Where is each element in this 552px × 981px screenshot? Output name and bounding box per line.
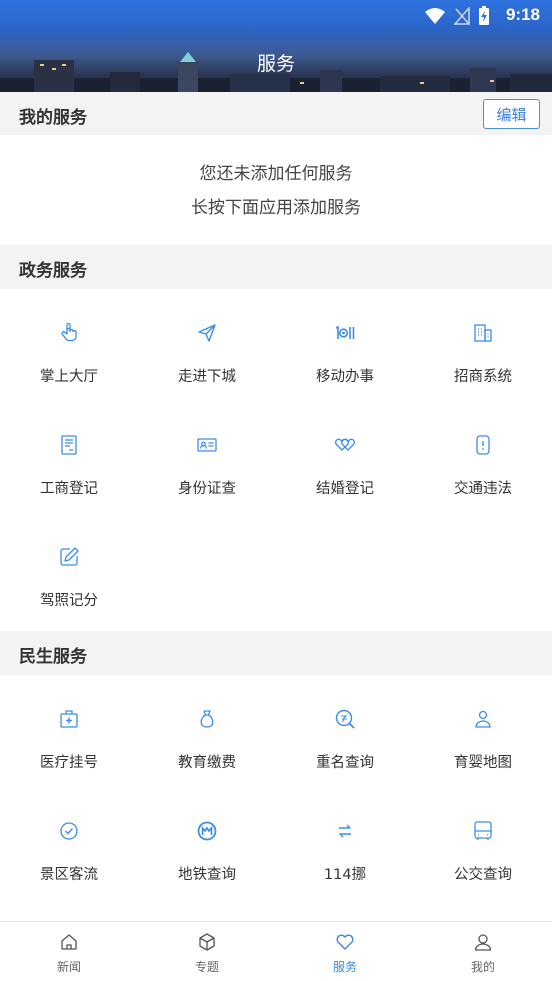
life-services-header: 民生服务	[0, 631, 552, 675]
service-label: 结婚登记	[316, 481, 374, 497]
bottom-tab-bar: 新闻 专题 服务 我的	[0, 921, 552, 981]
service-traffic-violation[interactable]: 交通违法	[414, 401, 552, 513]
tab-label: 新闻	[56, 960, 81, 974]
gov-services-title: 政务服务	[19, 261, 87, 281]
money-bag-icon	[200, 710, 214, 728]
service-scenic-crowd[interactable]: 景区客流	[0, 787, 138, 899]
service-label: 公交查询	[454, 867, 512, 883]
service-label: 地铁查询	[178, 867, 236, 883]
service-label: 114挪	[323, 867, 367, 883]
service-education-payment[interactable]: 教育缴费	[138, 675, 276, 787]
user-icon	[474, 934, 492, 951]
tab-services[interactable]: 服务	[276, 922, 414, 981]
service-label: 景区客流	[40, 867, 98, 883]
status-time: 9:18	[505, 5, 540, 24]
service-mobile-affairs[interactable]: 移动办事	[276, 289, 414, 401]
service-label: 教育缴费	[178, 755, 236, 771]
service-label: 掌上大厅	[40, 369, 98, 385]
service-label: 工商登记	[40, 481, 98, 497]
service-label: 移动办事	[316, 369, 374, 385]
service-visit-xiacheng[interactable]: 走进下城	[138, 289, 276, 401]
service-medical-appointment[interactable]: 医疗挂号	[0, 675, 138, 787]
service-id-card-check[interactable]: 身份证查	[138, 401, 276, 513]
service-business-registration[interactable]: 工商登记	[0, 401, 138, 513]
my-services-header: 我的服务 编辑	[0, 92, 552, 136]
service-label: 驾照记分	[40, 593, 98, 609]
gov-services-grid: 掌上大厅 走进下城 移动办事 招商系统 工商登记 身份证查 结婚登记 交通违法 …	[0, 289, 552, 631]
no-signal-icon	[454, 7, 470, 25]
shield-check-icon	[60, 822, 78, 840]
tab-topics[interactable]: 专题	[138, 922, 276, 981]
life-services-title: 民生服务	[19, 647, 87, 667]
form-document-icon	[61, 435, 77, 455]
service-label: 重名查询	[316, 755, 374, 771]
my-services-title: 我的服务	[19, 108, 87, 128]
tab-news[interactable]: 新闻	[0, 922, 138, 981]
service-marriage-registration[interactable]: 结婚登记	[276, 401, 414, 513]
heart-icon	[336, 934, 354, 950]
empty-hint-line-1: 您还未添加任何服务	[199, 164, 353, 184]
service-label: 走进下城	[178, 369, 236, 385]
hearts-icon	[334, 438, 356, 451]
service-duplicate-name-query[interactable]: 重名查询	[276, 675, 414, 787]
page-title: 服务	[256, 53, 295, 75]
service-bus-query[interactable]: 公交查询	[414, 787, 552, 899]
hand-tap-icon	[61, 322, 77, 342]
paper-plane-icon	[198, 324, 216, 342]
battery-charging-icon	[479, 6, 489, 25]
service-license-points[interactable]: 驾照记分	[0, 513, 138, 625]
cube-icon	[199, 933, 215, 951]
metro-icon	[197, 821, 217, 841]
service-label: 医疗挂号	[40, 755, 98, 771]
mobile-service-icon	[335, 325, 355, 339]
edit-button[interactable]: 编辑	[483, 99, 540, 129]
tab-label: 服务	[332, 960, 357, 974]
service-label: 交通违法	[454, 481, 512, 497]
app-header: 9:18 服务	[0, 0, 552, 92]
service-hall[interactable]: 掌上大厅	[0, 289, 138, 401]
my-services-empty-state: 您还未添加任何服务 长按下面应用添加服务	[0, 135, 552, 245]
edit-pen-icon	[60, 547, 79, 566]
tab-mine[interactable]: 我的	[414, 922, 552, 981]
service-metro-query[interactable]: 地铁查询	[138, 787, 276, 899]
empty-hint-line-2: 长按下面应用添加服务	[191, 198, 361, 218]
service-baby-map[interactable]: 育婴地图	[414, 675, 552, 787]
home-icon	[61, 934, 77, 950]
gov-services-header: 政务服务	[0, 245, 552, 289]
id-card-icon	[197, 438, 217, 452]
tab-label: 专题	[194, 960, 219, 974]
service-114-move[interactable]: 114挪	[276, 787, 414, 899]
status-bar: 9:18	[0, 0, 552, 32]
tab-label: 我的	[470, 960, 495, 974]
service-investment-system[interactable]: 招商系统	[414, 289, 552, 401]
bus-icon	[474, 821, 492, 840]
building-icon	[474, 324, 492, 342]
medical-kit-icon	[60, 710, 78, 728]
service-label: 育婴地图	[454, 755, 512, 771]
traffic-alert-icon	[476, 435, 490, 455]
service-label: 身份证查	[178, 481, 236, 497]
life-services-grid: 医疗挂号 教育缴费 重名查询 育婴地图 景区客流 地铁查询 114挪 公交查询	[0, 675, 552, 921]
name-search-icon	[335, 709, 355, 729]
swap-arrows-icon	[339, 824, 351, 838]
service-label: 招商系统	[454, 369, 512, 385]
wifi-icon	[425, 8, 445, 24]
baby-person-icon	[475, 710, 491, 728]
